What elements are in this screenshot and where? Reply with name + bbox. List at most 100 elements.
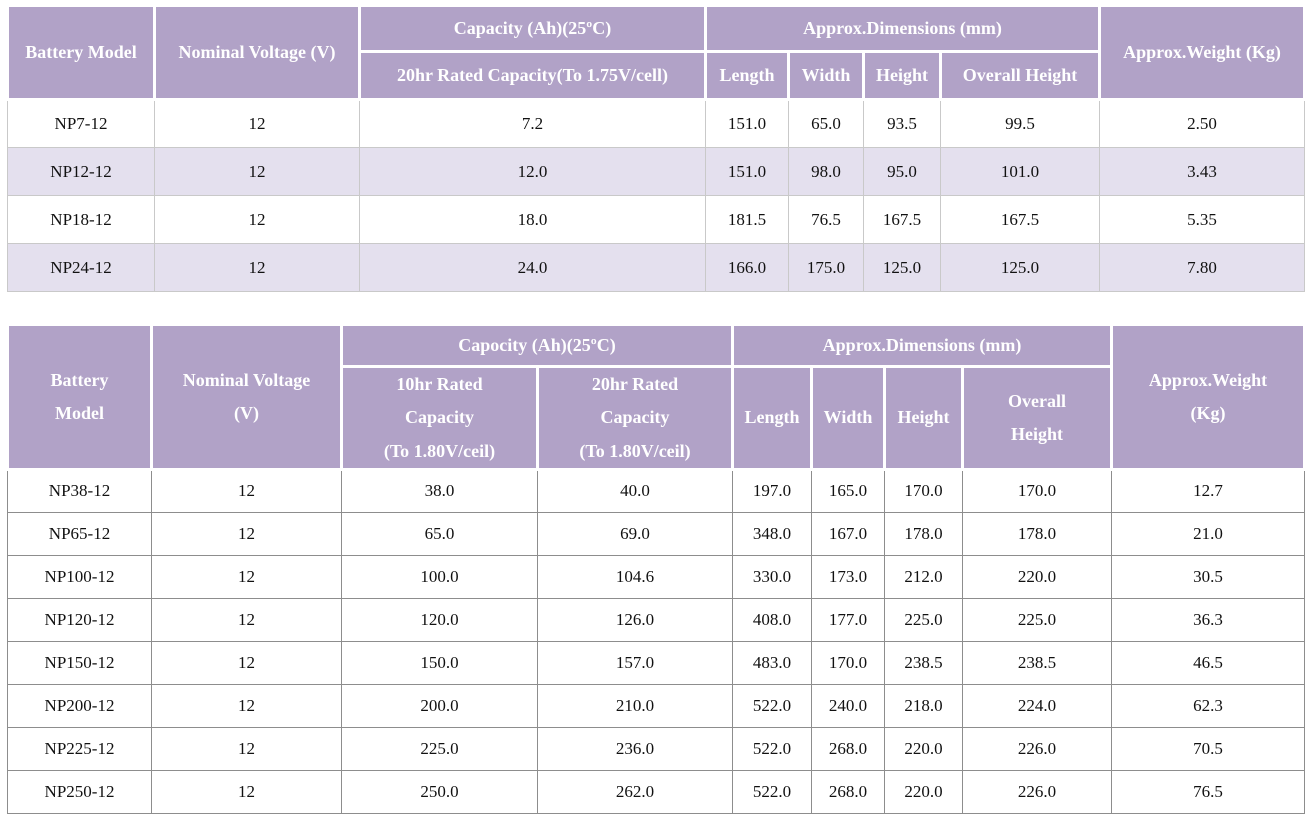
t2-header-height: Height [885,367,963,470]
table-row: NP65-121265.069.0348.0167.0178.0178.021.… [8,512,1305,555]
value-cell: 36.3 [1112,598,1305,641]
value-cell: 210.0 [538,684,733,727]
table-row: NP24-121224.0166.0175.0125.0125.07.80 [8,244,1305,292]
value-cell: 65.0 [789,100,864,148]
value-cell: 522.0 [733,684,812,727]
value-cell: 197.0 [733,469,812,512]
t1-header-nominal-voltage: Nominal Voltage (V) [155,6,360,100]
t2-header-width: Width [812,367,885,470]
value-cell: 236.0 [538,727,733,770]
value-cell: 12 [152,641,342,684]
value-cell: 178.0 [885,512,963,555]
value-cell: 12.7 [1112,469,1305,512]
t2-header-dimensions-group: Approx.Dimensions (mm) [733,325,1112,367]
value-cell: 225.0 [342,727,538,770]
value-cell: 7.80 [1100,244,1305,292]
value-cell: 167.5 [864,196,941,244]
value-cell: 238.5 [885,641,963,684]
value-cell: 151.0 [706,148,789,196]
value-cell: 2.50 [1100,100,1305,148]
value-cell: 522.0 [733,770,812,813]
value-cell: 40.0 [538,469,733,512]
value-cell: 240.0 [812,684,885,727]
value-cell: 166.0 [706,244,789,292]
table-row: NP120-1212120.0126.0408.0177.0225.0225.0… [8,598,1305,641]
t1-header-battery-model: Battery Model [8,6,155,100]
value-cell: 170.0 [885,469,963,512]
value-cell: 12 [152,684,342,727]
t1-header-capacity-20hr: 20hr Rated Capacity(To 1.75V/cell) [360,52,706,100]
value-cell: 21.0 [1112,512,1305,555]
value-cell: 7.2 [360,100,706,148]
table-row: NP250-1212250.0262.0522.0268.0220.0226.0… [8,770,1305,813]
value-cell: 157.0 [538,641,733,684]
t2-header-length: Length [733,367,812,470]
value-cell: 76.5 [1112,770,1305,813]
value-cell: 250.0 [342,770,538,813]
value-cell: 12 [152,512,342,555]
header-group-row: Battery Model Nominal Voltage (V) Capoci… [8,325,1305,367]
value-cell: 69.0 [538,512,733,555]
value-cell: 120.0 [342,598,538,641]
value-cell: 170.0 [963,469,1112,512]
table-row: NP225-1212225.0236.0522.0268.0220.0226.0… [8,727,1305,770]
value-cell: 238.5 [963,641,1112,684]
battery-model-cell: NP250-12 [8,770,152,813]
value-cell: 38.0 [342,469,538,512]
table-row: NP18-121218.0181.576.5167.5167.55.35 [8,196,1305,244]
t1-header-capacity-group: Capacity (Ah)(25ºC) [360,6,706,52]
t1-header-height: Height [864,52,941,100]
table-row: NP12-121212.0151.098.095.0101.03.43 [8,148,1305,196]
page: Battery Model Nominal Voltage (V) Capaci… [0,0,1309,814]
value-cell: 12 [155,148,360,196]
table-row: NP7-12127.2151.065.093.599.52.50 [8,100,1305,148]
t1-header-length: Length [706,52,789,100]
value-cell: 70.5 [1112,727,1305,770]
value-cell: 104.6 [538,555,733,598]
value-cell: 5.35 [1100,196,1305,244]
value-cell: 226.0 [963,770,1112,813]
value-cell: 175.0 [789,244,864,292]
value-cell: 408.0 [733,598,812,641]
t2-header-nominal-voltage: Nominal Voltage (V) [152,325,342,470]
value-cell: 150.0 [342,641,538,684]
value-cell: 200.0 [342,684,538,727]
value-cell: 12 [155,196,360,244]
table-row: NP38-121238.040.0197.0165.0170.0170.012.… [8,469,1305,512]
table-row: NP100-1212100.0104.6330.0173.0212.0220.0… [8,555,1305,598]
value-cell: 12.0 [360,148,706,196]
value-cell: 226.0 [963,727,1112,770]
battery-model-cell: NP65-12 [8,512,152,555]
value-cell: 177.0 [812,598,885,641]
value-cell: 173.0 [812,555,885,598]
value-cell: 178.0 [963,512,1112,555]
t2-header-weight: Approx.Weight (Kg) [1112,325,1305,470]
value-cell: 212.0 [885,555,963,598]
battery-model-cell: NP120-12 [8,598,152,641]
battery-model-cell: NP18-12 [8,196,155,244]
value-cell: 167.5 [941,196,1100,244]
value-cell: 268.0 [812,727,885,770]
spec-table-2-body: NP38-121238.040.0197.0165.0170.0170.012.… [8,469,1305,813]
t2-header-overall-height: Overall Height [963,367,1112,470]
value-cell: 62.3 [1112,684,1305,727]
value-cell: 99.5 [941,100,1100,148]
table-row: NP200-1212200.0210.0522.0240.0218.0224.0… [8,684,1305,727]
value-cell: 46.5 [1112,641,1305,684]
value-cell: 483.0 [733,641,812,684]
battery-model-cell: NP38-12 [8,469,152,512]
value-cell: 24.0 [360,244,706,292]
value-cell: 225.0 [885,598,963,641]
value-cell: 220.0 [963,555,1112,598]
header-group-row: Battery Model Nominal Voltage (V) Capaci… [8,6,1305,52]
battery-model-cell: NP225-12 [8,727,152,770]
value-cell: 12 [155,244,360,292]
value-cell: 18.0 [360,196,706,244]
value-cell: 12 [152,727,342,770]
t1-header-width: Width [789,52,864,100]
spec-table-1: Battery Model Nominal Voltage (V) Capaci… [6,4,1306,292]
table-row: NP150-1212150.0157.0483.0170.0238.5238.5… [8,641,1305,684]
value-cell: 262.0 [538,770,733,813]
value-cell: 126.0 [538,598,733,641]
value-cell: 95.0 [864,148,941,196]
